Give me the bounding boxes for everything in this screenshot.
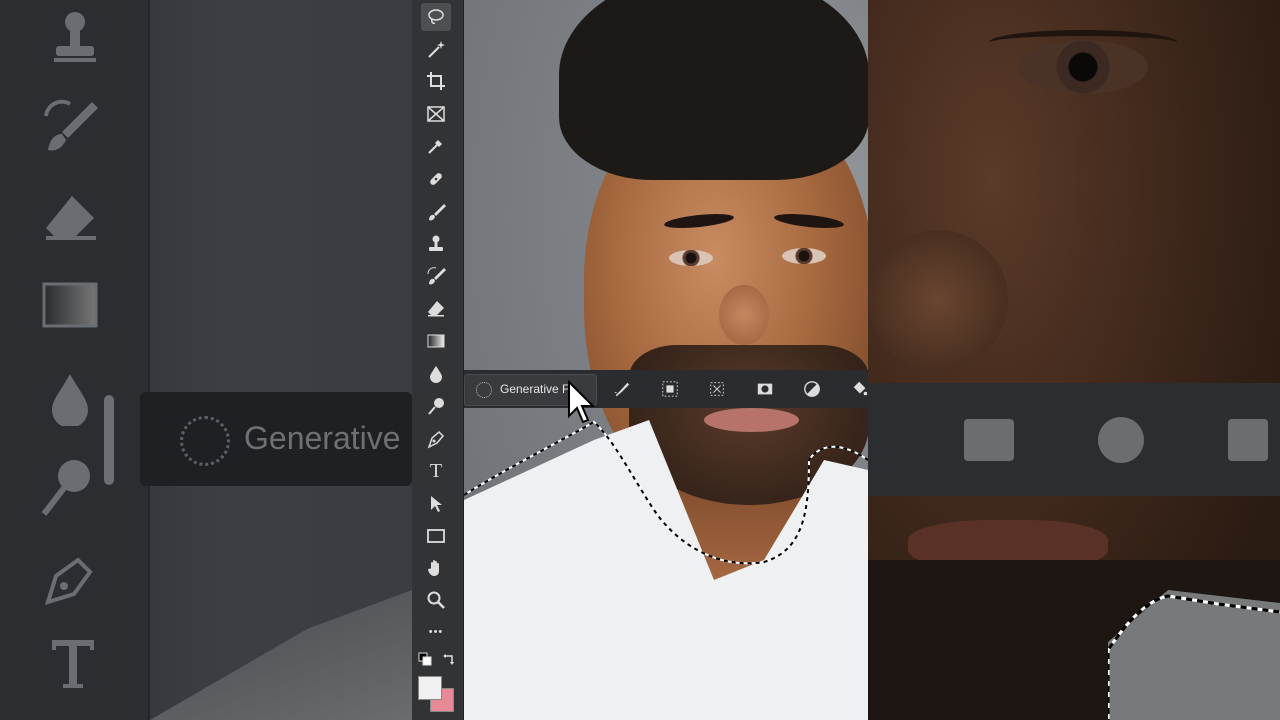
blur-icon — [50, 372, 90, 426]
left-eye — [669, 250, 713, 266]
zoomed-selection-outline — [1108, 594, 1280, 720]
portrait-hair — [559, 0, 868, 180]
eraser-icon[interactable] — [421, 295, 451, 323]
spot-healing-icon[interactable] — [421, 165, 451, 193]
swap-colors-icon[interactable] — [442, 652, 456, 666]
modify-selection-brush-icon[interactable] — [612, 379, 632, 399]
zoomed-taskbar — [868, 383, 1280, 496]
zoomed-eye — [1018, 40, 1148, 94]
adjustment-layer-icon[interactable] — [802, 379, 822, 399]
clone-stamp-icon[interactable] — [421, 230, 451, 258]
mouse-cursor — [568, 380, 596, 424]
more-tools-icon[interactable]: ••• — [421, 618, 451, 646]
color-swatches — [418, 648, 458, 712]
right-eye — [782, 248, 826, 264]
photoshop-window: Generative Fi T ••• — [412, 0, 868, 720]
invert-selection-icon[interactable] — [660, 379, 680, 399]
history-brush-icon[interactable] — [421, 262, 451, 290]
contextual-task-bar: Generative Fi — [464, 370, 868, 408]
brush-icon[interactable] — [421, 198, 451, 226]
dodge-icon[interactable] — [421, 392, 451, 420]
background-zoom-left: Generative — [0, 0, 412, 720]
frame-icon[interactable] — [421, 100, 451, 128]
clone-stamp-icon — [50, 10, 100, 66]
default-colors-icon[interactable] — [418, 652, 432, 666]
foreground-color-swatch[interactable] — [418, 676, 442, 700]
sparkle-icon — [476, 382, 492, 398]
magic-wand-icon[interactable] — [421, 35, 451, 63]
zoomed-mask-icon — [964, 419, 1014, 461]
type-icon — [50, 638, 96, 690]
zoomed-nose — [868, 230, 1008, 370]
tools-panel: T ••• — [412, 0, 464, 720]
lasso-tool-icon[interactable] — [421, 3, 451, 31]
crop-icon[interactable] — [421, 67, 451, 95]
pen-icon[interactable] — [421, 425, 451, 453]
gradient-icon — [42, 282, 98, 328]
background-zoom-right — [868, 0, 1280, 720]
type-icon[interactable]: T — [421, 457, 451, 485]
zoomed-generative-fill-button: Generative — [140, 392, 412, 486]
blur-icon[interactable] — [421, 360, 451, 388]
eyedropper-icon[interactable] — [421, 132, 451, 160]
eraser-icon — [42, 192, 98, 242]
generative-fill-label: Generative Fi — [500, 382, 573, 396]
gradient-icon[interactable] — [421, 327, 451, 355]
hand-icon[interactable] — [421, 554, 451, 582]
history-brush-icon — [40, 96, 100, 156]
fill-selection-icon[interactable] — [850, 379, 868, 399]
zoomed-generative-label: Generative — [244, 420, 401, 456]
rectangle-icon[interactable] — [421, 522, 451, 550]
pen-icon — [42, 552, 98, 608]
zoomed-scrollbar — [104, 395, 114, 485]
dodge-icon — [40, 458, 94, 518]
move-selection-icon[interactable] — [421, 490, 451, 518]
zoomed-adjust-icon — [1098, 417, 1144, 463]
zoomed-shirt — [150, 590, 412, 720]
sparkle-icon — [180, 416, 230, 466]
zoomed-fill-icon — [1228, 419, 1268, 461]
canvas-image[interactable] — [464, 0, 868, 720]
transform-selection-icon[interactable] — [707, 379, 727, 399]
portrait-nose — [719, 285, 769, 345]
selection-marching-ants — [464, 420, 868, 565]
create-mask-icon[interactable] — [755, 379, 775, 399]
zoom-icon[interactable] — [421, 586, 451, 614]
